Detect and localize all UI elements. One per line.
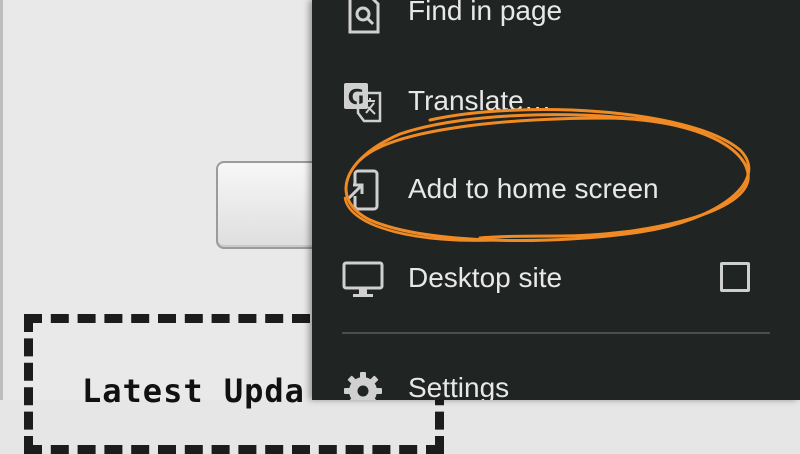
menu-item-label: Desktop site — [408, 262, 563, 293]
menu-item-label: Add to home screen — [408, 173, 659, 204]
desktop-icon — [342, 258, 384, 300]
translate-icon: G — [342, 81, 384, 123]
svg-text:G: G — [348, 85, 364, 109]
menu-divider — [342, 332, 770, 334]
find-in-page-icon — [342, 0, 384, 35]
menu-item-find-in-page[interactable]: Find in page — [312, 0, 800, 57]
latest-updates-title: Latest Upda — [82, 372, 305, 410]
menu-item-label: Find in page — [408, 0, 563, 26]
desktop-site-checkbox[interactable] — [720, 262, 750, 292]
menu-item-settings[interactable]: Settings — [312, 344, 800, 400]
add-to-home-screen-icon — [342, 169, 384, 211]
overflow-menu: Find in page G Translate… Add to home sc… — [312, 0, 800, 400]
menu-item-translate[interactable]: G Translate… — [312, 58, 800, 146]
gear-icon — [342, 370, 384, 400]
menu-item-label: Settings — [408, 372, 510, 400]
page-edge — [0, 0, 3, 400]
menu-item-add-to-home-screen[interactable]: Add to home screen — [312, 146, 800, 234]
menu-item-label: Translate… — [408, 85, 552, 116]
